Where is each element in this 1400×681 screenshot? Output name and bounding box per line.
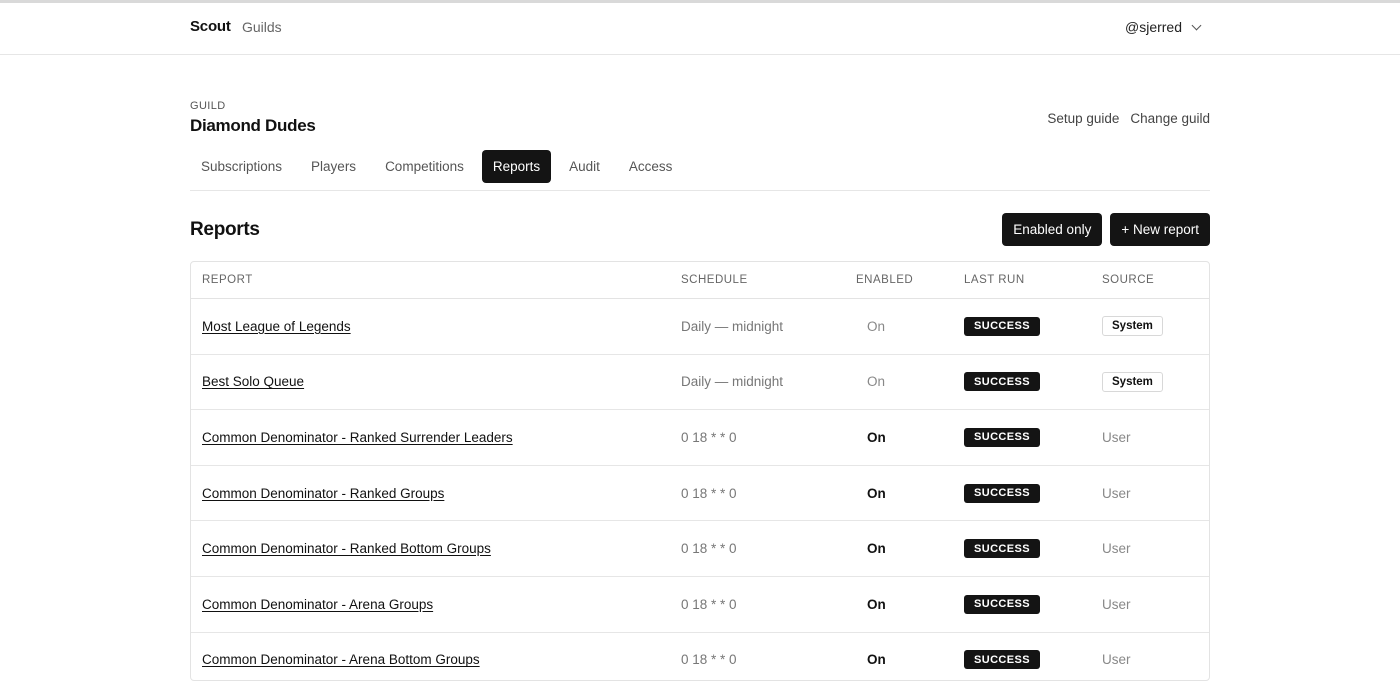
table-row: Common Denominator - Ranked Bottom Group… [191, 521, 1209, 577]
table-row: Common Denominator - Ranked Groups 0 18 *… [191, 466, 1209, 522]
top-navbar: Scout Guilds @sjerred [0, 3, 1400, 55]
report-actions: Enabled only + New report [1002, 213, 1210, 246]
last-run-cell: SUCCESS [964, 299, 1040, 354]
status-badge: SUCCESS [964, 427, 1040, 447]
table-header: REPORT SCHEDULE ENABLED LAST RUN SOURCE [191, 262, 1209, 299]
enabled-cell: On [867, 596, 886, 612]
source-cell: User [1102, 541, 1131, 557]
status-badge: SUCCESS [964, 650, 1040, 670]
status-badge: SUCCESS [964, 539, 1040, 559]
schedule-cell: 0 18 * * 0 [681, 541, 737, 557]
user-menu[interactable]: @sjerred [1125, 19, 1202, 35]
table-body: Most League of Legends Daily — midnight On… [191, 299, 1209, 680]
tab-audit[interactable]: Audit [558, 150, 611, 183]
report-link[interactable]: Common Denominator - Ranked Groups [202, 466, 444, 521]
source-cell: System [1102, 299, 1163, 354]
enabled-cell: On [867, 429, 886, 445]
enabled-cell: On [867, 318, 886, 334]
source-badge: System [1102, 371, 1163, 392]
report-link[interactable]: Best Solo Queue [202, 355, 304, 410]
status-badge: SUCCESS [964, 594, 1040, 614]
table-row: Common Denominator - Arena Groups 0 18 * … [191, 577, 1209, 633]
schedule-cell: Daily — midnight [681, 374, 784, 390]
enabled-only-button[interactable]: Enabled only [1002, 213, 1103, 246]
source-cell: User [1102, 485, 1131, 501]
change-guild-link[interactable]: Change guild [1130, 111, 1210, 126]
page-title: Reports [190, 219, 260, 240]
last-run-cell: SUCCESS [964, 410, 1040, 465]
report-link[interactable]: Common Denominator - Ranked Bottom Group… [202, 521, 491, 576]
schedule-cell: 0 18 * * 0 [681, 485, 737, 501]
status-badge: SUCCESS [964, 483, 1040, 503]
report-link[interactable]: Most League of Legends [202, 299, 351, 354]
schedule-cell: 0 18 * * 0 [681, 429, 737, 445]
column-header-enabled: ENABLED [856, 274, 914, 286]
report-link[interactable]: Common Denominator - Arena Groups [202, 577, 433, 632]
source-cell: User [1102, 596, 1131, 612]
nav-link-guilds[interactable]: Guilds [242, 19, 282, 35]
setup-guide-link[interactable]: Setup guide [1047, 111, 1119, 126]
report-link[interactable]: Common Denominator - Ranked Surrender Le… [202, 410, 513, 465]
status-badge: SUCCESS [964, 372, 1040, 392]
source-cell: User [1102, 429, 1131, 445]
username-label: @sjerred [1125, 19, 1183, 35]
schedule-cell: Daily — midnight [681, 318, 784, 334]
guild-eyebrow: GUILD [190, 100, 226, 112]
table-row: Common Denominator - Ranked Surrender Le… [191, 410, 1209, 466]
enabled-cell: On [867, 374, 886, 390]
last-run-cell: SUCCESS [964, 521, 1040, 576]
status-badge: SUCCESS [964, 316, 1040, 336]
last-run-cell: SUCCESS [964, 577, 1040, 632]
tab-subscriptions[interactable]: Subscriptions [190, 150, 293, 183]
last-run-cell: SUCCESS [964, 466, 1040, 521]
chevron-down-icon [1191, 20, 1202, 30]
column-header-schedule: SCHEDULE [681, 274, 748, 286]
brand-logo[interactable]: Scout [190, 18, 231, 35]
source-cell: System [1102, 355, 1163, 410]
reports-table: REPORT SCHEDULE ENABLED LAST RUN SOURCE … [190, 261, 1210, 681]
tab-reports[interactable]: Reports [481, 150, 552, 183]
source-badge: System [1102, 316, 1163, 337]
column-header-source: SOURCE [1102, 274, 1155, 286]
guild-header-links: Setup guide Change guild [1047, 111, 1210, 126]
new-report-button[interactable]: + New report [1110, 213, 1210, 246]
enabled-cell: On [867, 485, 886, 501]
tab-competitions[interactable]: Competitions [374, 150, 475, 183]
schedule-cell: 0 18 * * 0 [681, 596, 737, 612]
column-header-report: REPORT [202, 274, 253, 286]
enabled-cell: On [867, 541, 886, 557]
tab-players[interactable]: Players [300, 150, 367, 183]
tab-access[interactable]: Access [618, 150, 684, 183]
last-run-cell: SUCCESS [964, 355, 1040, 410]
column-header-last-run: LAST RUN [964, 274, 1025, 286]
table-row: Most League of Legends Daily — midnight On… [191, 299, 1209, 355]
guild-name: Diamond Dudes [190, 116, 316, 135]
table-row: Best Solo Queue Daily — midnight On SUCCESS… [191, 355, 1209, 411]
guild-tabs: Subscriptions Players Competitions Reports A… [190, 150, 1210, 191]
